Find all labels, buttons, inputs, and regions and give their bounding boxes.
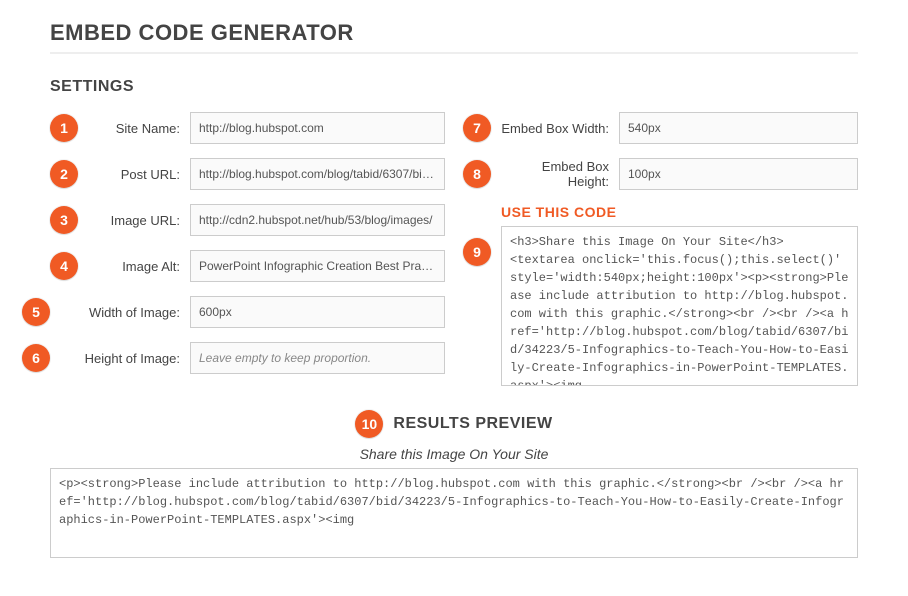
step-badge-1: 1: [50, 114, 78, 142]
label-embed-box-height: Embed Box Height:: [501, 159, 609, 189]
step-badge-4: 4: [50, 252, 78, 280]
input-site-name[interactable]: [190, 112, 445, 144]
field-height-of-image: 6 Height of Image:: [22, 342, 445, 374]
field-embed-box-width: 7 Embed Box Width:: [463, 112, 858, 144]
input-image-url[interactable]: [190, 204, 445, 236]
step-badge-6: 6: [22, 344, 50, 372]
field-width-of-image: 5 Width of Image:: [22, 296, 445, 328]
input-height-of-image[interactable]: [190, 342, 445, 374]
label-height-of-image: Height of Image:: [60, 351, 180, 366]
input-embed-box-width[interactable]: [619, 112, 858, 144]
step-badge-2: 2: [50, 160, 78, 188]
step-badge-5: 5: [22, 298, 50, 326]
label-post-url: Post URL:: [88, 167, 180, 182]
settings-heading: SETTINGS: [50, 78, 858, 96]
field-site-name: 1 Site Name:: [50, 112, 445, 144]
results-preview-heading: RESULTS PREVIEW: [393, 415, 552, 433]
label-image-alt: Image Alt:: [88, 259, 180, 274]
field-embed-box-height: 8 Embed Box Height:: [463, 158, 858, 190]
code-output-row: 9: [463, 226, 858, 386]
input-embed-box-height[interactable]: [619, 158, 858, 190]
use-this-code-heading: USE THIS CODE: [501, 204, 858, 220]
input-image-alt[interactable]: [190, 250, 445, 282]
label-image-url: Image URL:: [88, 213, 180, 228]
share-caption: Share this Image On Your Site: [50, 446, 858, 462]
step-badge-8: 8: [463, 160, 491, 188]
step-badge-7: 7: [463, 114, 491, 142]
step-badge-3: 3: [50, 206, 78, 234]
input-width-of-image[interactable]: [190, 296, 445, 328]
step-badge-9: 9: [463, 238, 491, 266]
label-site-name: Site Name:: [88, 121, 180, 136]
page-title: EMBED CODE GENERATOR: [50, 20, 858, 54]
input-post-url[interactable]: [190, 158, 445, 190]
step-badge-10: 10: [355, 410, 383, 438]
embed-code-output[interactable]: [501, 226, 858, 386]
field-image-alt: 4 Image Alt:: [50, 250, 445, 282]
results-preview-textarea[interactable]: [50, 468, 858, 558]
label-width-of-image: Width of Image:: [60, 305, 180, 320]
label-embed-box-width: Embed Box Width:: [501, 121, 609, 136]
field-post-url: 2 Post URL:: [50, 158, 445, 190]
field-image-url: 3 Image URL:: [50, 204, 445, 236]
